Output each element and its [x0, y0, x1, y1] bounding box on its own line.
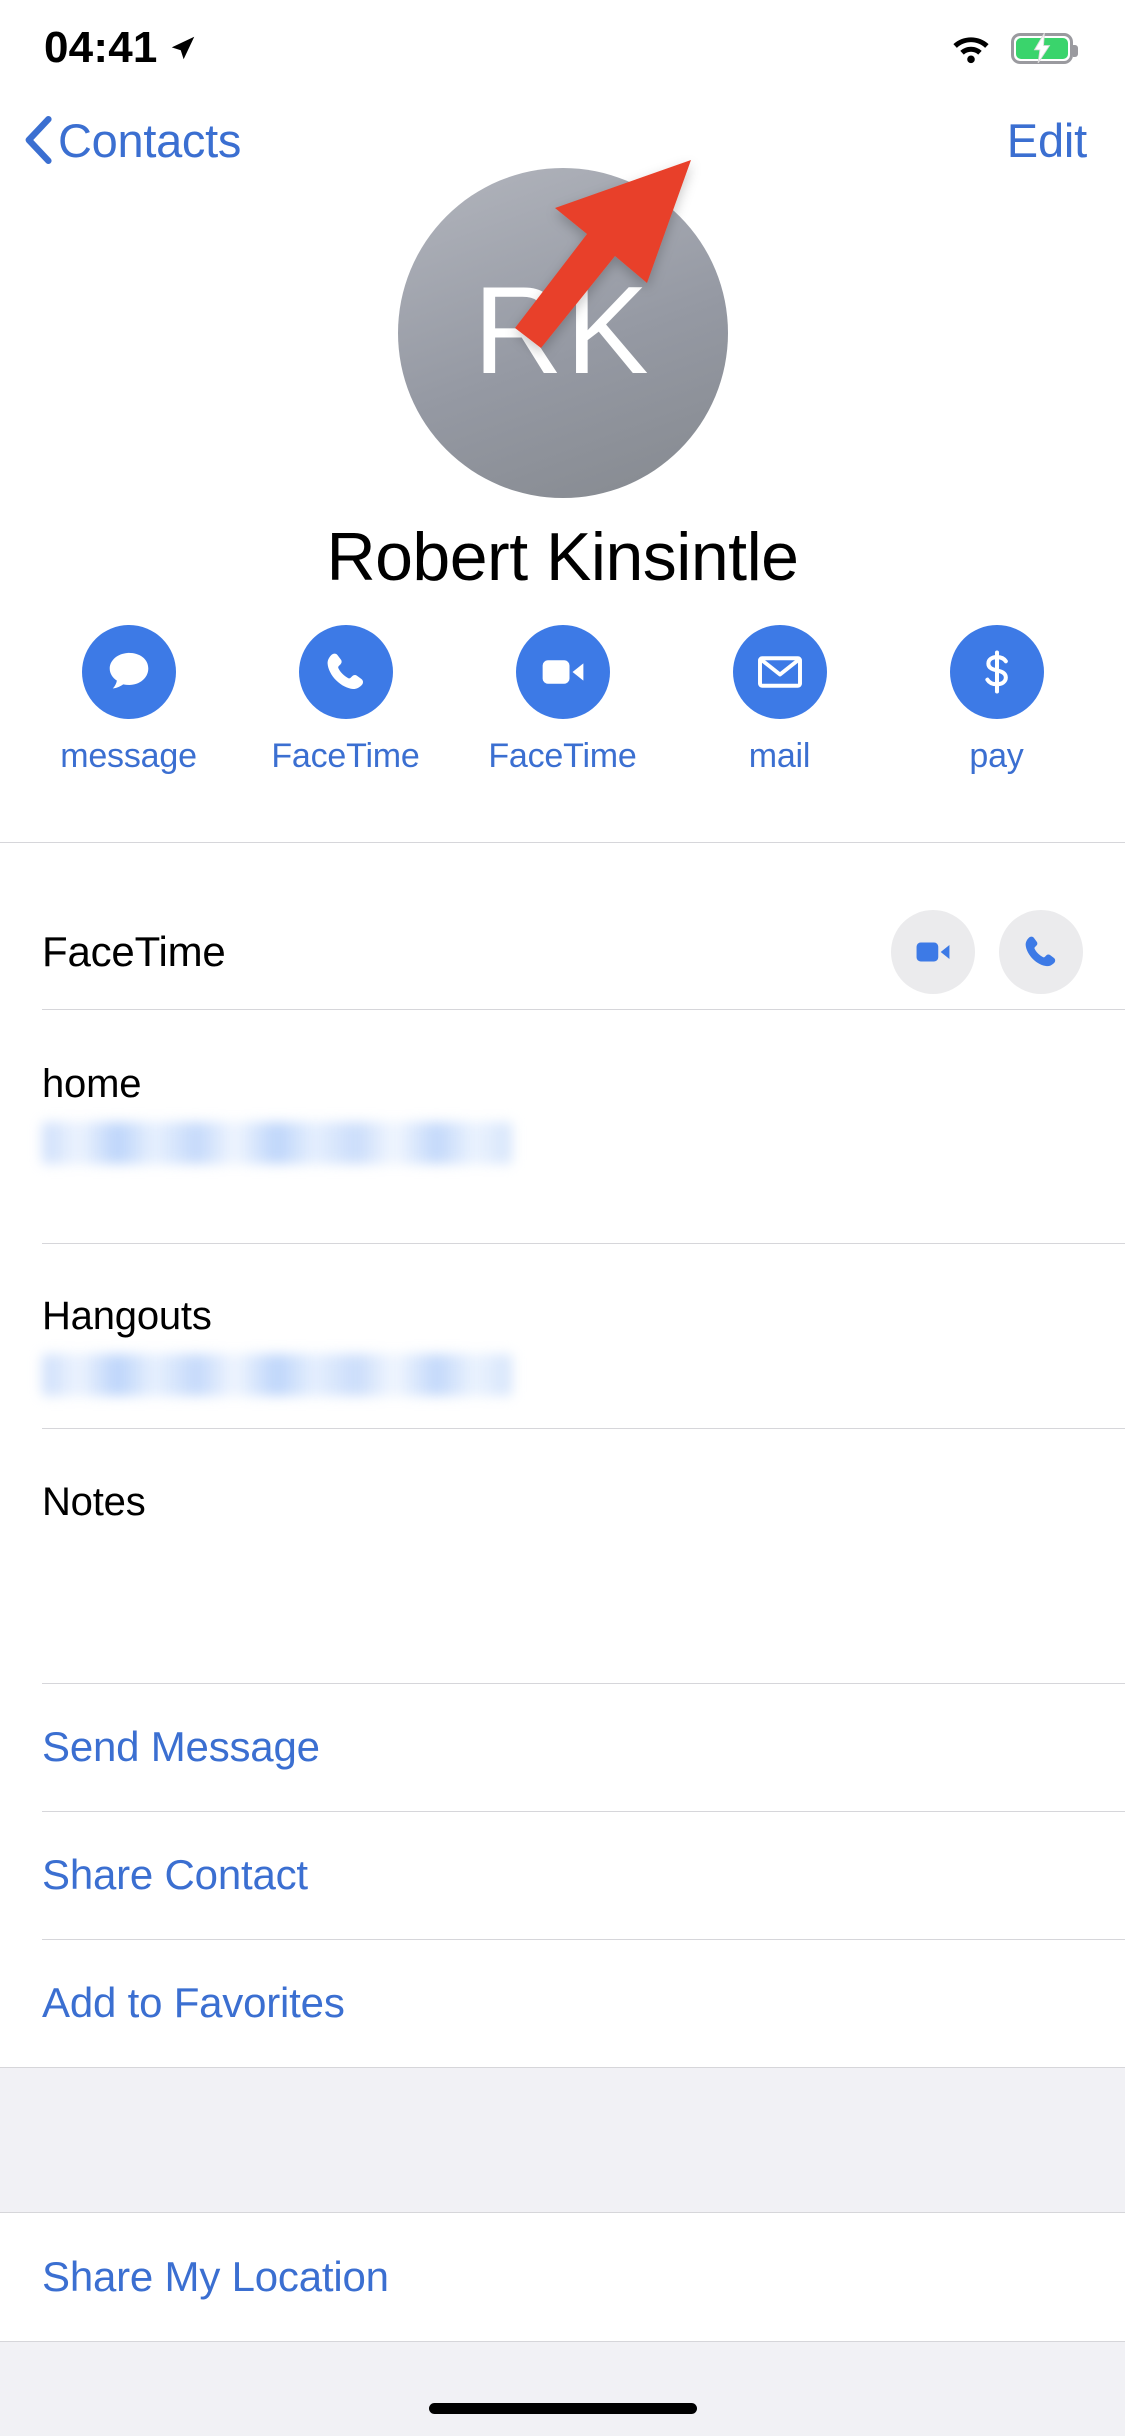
status-bar-left: 04:41	[44, 26, 198, 70]
status-bar-right	[949, 32, 1078, 64]
field-value-redacted	[42, 1122, 512, 1164]
quick-action-label: FaceTime	[271, 737, 420, 775]
phone-icon	[1025, 936, 1056, 967]
field-row-home[interactable]: home	[0, 1064, 1125, 1164]
video-camera-icon	[542, 660, 583, 684]
status-bar: 04:41	[0, 0, 1125, 96]
quick-action-label: message	[60, 737, 197, 775]
bottom-safe-area	[0, 2342, 1125, 2436]
quick-action-facetime-video[interactable]: FaceTime	[483, 625, 643, 773]
add-to-favorites-label: Add to Favorites	[42, 1979, 345, 2026]
field-label: home	[42, 1062, 142, 1106]
section-divider	[0, 842, 1125, 843]
quick-action-label: FaceTime	[488, 737, 637, 775]
section-gap	[0, 2068, 1125, 2212]
video-camera-icon	[916, 942, 950, 962]
envelope-icon	[757, 656, 802, 688]
share-my-location-label: Share My Location	[42, 2253, 389, 2300]
quick-action-facetime-audio[interactable]: FaceTime	[266, 625, 426, 773]
field-value-redacted	[42, 1354, 512, 1396]
charging-bolt-icon	[1033, 33, 1051, 63]
share-contact-label: Share Contact	[42, 1851, 308, 1898]
contact-header: RK Robert Kinsintle	[0, 168, 1125, 595]
quick-actions-row: message FaceTime FaceTime mail pay	[0, 625, 1125, 773]
row-divider	[42, 1428, 1125, 1429]
facetime-audio-row-button[interactable]	[999, 910, 1083, 994]
wifi-icon	[953, 37, 989, 64]
facetime-video-button[interactable]	[515, 625, 610, 719]
avatar[interactable]: RK	[397, 168, 728, 498]
message-bubble-icon	[109, 652, 148, 689]
status-bar-clock: 04:41	[44, 23, 158, 72]
field-row-hangouts[interactable]: Hangouts	[0, 1296, 1125, 1396]
edit-button[interactable]: Edit	[1007, 96, 1087, 184]
add-to-favorites-link[interactable]: Add to Favorites	[0, 1939, 1125, 2067]
facetime-label: FaceTime	[42, 928, 226, 975]
field-label: Hangouts	[42, 1294, 212, 1338]
share-contact-link[interactable]: Share Contact	[0, 1811, 1125, 1939]
dollar-sign-icon	[984, 650, 1008, 694]
home-indicator	[428, 2403, 697, 2414]
quick-action-pay[interactable]: pay	[917, 625, 1077, 773]
quick-action-label: mail	[748, 737, 811, 775]
back-button[interactable]: Contacts	[24, 96, 241, 184]
quick-action-message[interactable]: message	[49, 625, 209, 773]
send-message-link[interactable]: Send Message	[0, 1683, 1125, 1811]
share-my-location-link[interactable]: Share My Location	[0, 2213, 1125, 2341]
facetime-row[interactable]: FaceTime	[0, 897, 1125, 1007]
mail-button[interactable]	[732, 625, 827, 719]
pay-button[interactable]	[949, 625, 1044, 719]
row-divider	[42, 1243, 1125, 1244]
phone-icon	[327, 653, 363, 690]
facetime-video-row-button[interactable]	[891, 910, 975, 994]
chevron-left-icon	[25, 116, 52, 164]
row-divider	[42, 1009, 1125, 1010]
facetime-audio-button[interactable]	[298, 625, 393, 719]
avatar-initials: RK	[473, 262, 652, 400]
quick-action-mail[interactable]: mail	[700, 625, 860, 773]
contact-detail-screen: 04:41 Contacts Edit RK Robert Kinsintle …	[0, 0, 1125, 2436]
notes-label: Notes	[42, 1480, 146, 1524]
notes-row[interactable]: Notes	[0, 1482, 1125, 1642]
contact-name: Robert Kinsintle	[326, 519, 799, 595]
quick-action-label: pay	[969, 737, 1024, 775]
battery-icon	[1011, 32, 1078, 64]
send-message-label: Send Message	[42, 1723, 320, 1770]
back-button-label: Contacts	[58, 113, 242, 167]
location-arrow-icon	[171, 36, 194, 60]
facetime-buttons	[891, 910, 1083, 994]
message-button[interactable]	[81, 625, 176, 719]
notes-value	[42, 1522, 1083, 1642]
